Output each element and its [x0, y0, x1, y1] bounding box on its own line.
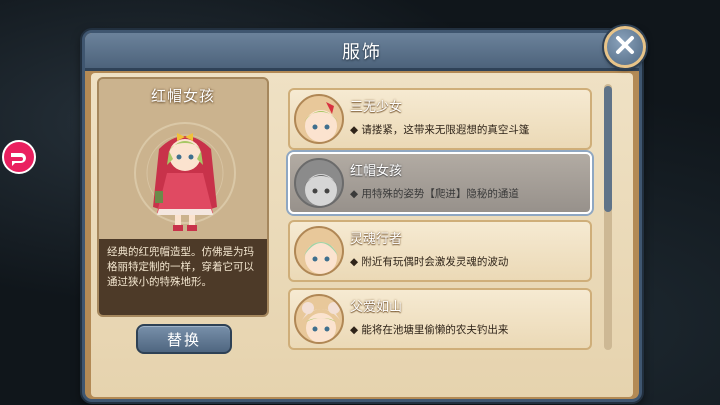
costume-list[interactable]: 三无少女 ◆ 请搂紧，这带来无限遐想的真空斗篷 红帽女孩 ◆ 用特殊的姿势【爬进… [284, 80, 604, 358]
costume-portrait [294, 94, 344, 144]
costume-description: ◆ 用特殊的姿势【爬进】隐秘的通道 [350, 188, 519, 200]
dialog-header: 服饰 [85, 33, 639, 71]
costume-name: 三无少女 [350, 100, 403, 115]
costume-item-selected[interactable]: 红帽女孩 ◆ 用特殊的姿势【爬进】隐秘的通道 [288, 152, 592, 214]
costume-name: 父爱如山 [350, 300, 403, 315]
dialog-title: 服饰 [342, 41, 382, 63]
costume-name: 红帽女孩 [350, 164, 403, 179]
costume-description: ◆ 能将在池塘里偷懒的农夫钓出来 [350, 324, 509, 336]
costume-item[interactable]: 灵魂行者 ◆ 附近有玩偶时会激发灵魂的波动 [288, 220, 592, 282]
character-preview-image [134, 122, 236, 231]
swap-button[interactable]: 替换 [136, 324, 232, 354]
selected-costume-description: 经典的红兜帽造型。仿佛是为玛格丽特定制的一样，穿着它可以通过狭小的特殊地形。 [99, 239, 267, 315]
costume-item[interactable]: 父爱如山 ◆ 能将在池塘里偷懒的农夫钓出来 [288, 288, 592, 350]
costume-portrait [294, 226, 344, 276]
selected-costume-card: 红帽女孩 经典的红兜帽造型。仿佛是为玛格丽特定制的一样，穿着它可以通过狭小的特殊… [97, 77, 269, 317]
costume-item[interactable]: 三无少女 ◆ 请搂紧，这带来无限遐想的真空斗篷 [288, 88, 592, 150]
selected-costume-name: 红帽女孩 [150, 87, 215, 105]
costume-portrait [294, 294, 344, 344]
costume-name: 灵魂行者 [350, 232, 403, 247]
costume-description: ◆ 请搂紧，这带来无限遐想的真空斗篷 [350, 124, 530, 136]
costume-description: ◆ 附近有玩偶时会激发灵魂的波动 [350, 256, 509, 268]
costume-portrait [294, 158, 344, 208]
list-scrollbar[interactable] [604, 84, 612, 350]
close-icon [614, 34, 636, 60]
scrollbar-thumb[interactable] [604, 86, 612, 212]
close-button[interactable] [604, 26, 646, 68]
side-app-icon[interactable] [2, 140, 36, 174]
